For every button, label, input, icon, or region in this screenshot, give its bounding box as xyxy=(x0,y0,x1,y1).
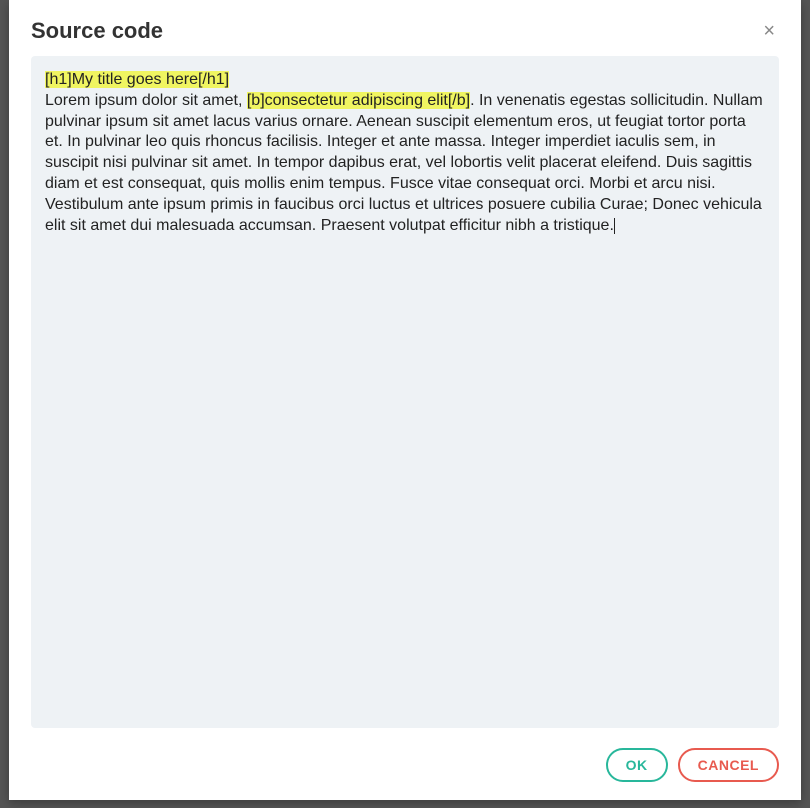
close-icon[interactable]: × xyxy=(759,19,779,43)
modal-title: Source code xyxy=(31,18,163,44)
highlight-bold-tag: [b]consectetur adipiscing elit[/b] xyxy=(247,92,470,109)
text-cursor xyxy=(614,218,615,234)
source-text-rest: . In venenatis egestas sollicitudin. Nul… xyxy=(45,92,763,234)
source-code-textarea[interactable]: [h1]My title goes here[/h1] Lorem ipsum … xyxy=(31,56,779,728)
source-text-pre: Lorem ipsum dolor sit amet, xyxy=(45,92,247,109)
modal-footer: OK CANCEL xyxy=(9,736,801,800)
modal-header: Source code × xyxy=(9,0,801,56)
modal-body: [h1]My title goes here[/h1] Lorem ipsum … xyxy=(9,56,801,736)
ok-button[interactable]: OK xyxy=(606,748,668,782)
source-code-modal: Source code × [h1]My title goes here[/h1… xyxy=(9,0,801,800)
cancel-button[interactable]: CANCEL xyxy=(678,748,779,782)
highlight-h1-tag: [h1]My title goes here[/h1] xyxy=(45,71,229,88)
